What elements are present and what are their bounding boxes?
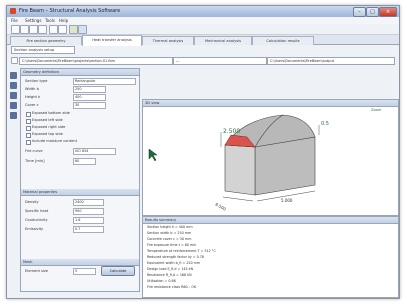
checkbox-label: Exposed top side [32, 132, 63, 136]
fire-curve-label: Fire curve [25, 149, 43, 153]
help-icon[interactable] [78, 25, 87, 34]
beam-model-svg: 2.500 0.5 8.500 5.000 [148, 114, 329, 212]
input-panel: Geometry definition Section type Rectang… [20, 68, 140, 292]
checkbox[interactable] [26, 126, 31, 131]
app-window: Fire Beam – Structural Analysis Software… [6, 5, 400, 299]
window-title: Fire Beam – Structural Analysis Software [19, 8, 121, 14]
prop-label: Specific heat [25, 209, 49, 213]
calc-icon[interactable] [69, 25, 78, 34]
result-line: Utilisation = 0.86 [147, 279, 176, 283]
path-row: C:\Users\Documents\FireBeam\projects\sec… [9, 56, 397, 65]
material-header: Material properties [21, 189, 139, 196]
field-label: Width b [25, 87, 39, 91]
prop-label: Density [25, 200, 39, 204]
width-input[interactable]: 250 [73, 86, 106, 93]
undo-icon[interactable] [49, 25, 58, 34]
checkbox[interactable] [26, 140, 31, 145]
tab-thermal[interactable]: Thermal analysis [142, 36, 194, 45]
result-line: Resistance R_fi,d = 168 kN [147, 273, 192, 277]
secondary-path-field[interactable]: — [173, 57, 267, 65]
tab-geometry[interactable]: Fire section geometry [10, 36, 82, 45]
fire-curve-select[interactable]: ISO 834 [73, 148, 116, 155]
material-icon[interactable] [10, 92, 17, 99]
menu-file[interactable]: File [11, 18, 18, 23]
menu-help[interactable]: Help [59, 18, 68, 23]
result-line: Design load E_fi,d = 145 kN [147, 267, 194, 271]
checkbox-label: Exposed left side [32, 118, 63, 122]
dim-top-label: 2.500 [223, 128, 240, 135]
tab-heat-transfer[interactable]: Heat transfer analysis [82, 35, 142, 46]
maximize-button[interactable]: □ [366, 7, 379, 17]
tab-mechanical[interactable]: Mechanical analysis [194, 36, 252, 45]
minimize-button[interactable]: – [353, 7, 366, 17]
menu-tools[interactable]: Tools [45, 18, 55, 23]
section-icon[interactable] [10, 72, 17, 79]
checkbox-label: Exposed right side [32, 125, 66, 129]
new-icon[interactable] [11, 25, 20, 34]
title-bar: Fire Beam – Structural Analysis Software… [7, 6, 399, 17]
tab-bar: Fire section geometry Heat transfer anal… [7, 35, 399, 46]
prop-label: Conductivity [25, 218, 48, 222]
geometry-header: Geometry definition [21, 69, 139, 76]
menu-settings[interactable]: Settings [25, 18, 41, 23]
height-input[interactable]: 400 [73, 94, 106, 101]
3d-view-panel[interactable]: 3D view Zoom 2.500 0.5 8.500 5.000 [142, 99, 399, 216]
beam-front-face [224, 144, 256, 196]
results-header: Results summary [143, 217, 398, 224]
chart-icon[interactable] [10, 112, 17, 119]
result-line: Reduced strength factor ky = 0.78 [147, 255, 204, 259]
result-line: Concrete cover c = 30 mm [147, 237, 192, 241]
close-button[interactable]: × [379, 7, 397, 17]
field-label: Height h [25, 95, 41, 99]
result-line: Temperature at reinforcement T = 512 °C [147, 249, 216, 253]
calculate-button[interactable]: Calculate [101, 266, 135, 276]
checkbox[interactable] [26, 119, 31, 124]
tab-results[interactable]: Calculation results [252, 36, 314, 45]
project-path-field[interactable]: C:\Users\Documents\FireBeam\projects\sec… [19, 57, 173, 65]
field-label: Section type [25, 79, 48, 83]
toolbar [7, 24, 399, 35]
cursor-icon [148, 148, 158, 162]
result-line: Section width b = 250 mm [147, 231, 192, 235]
result-line: Fire resistance class R60 – OK [147, 285, 197, 289]
checkbox-label: Exposed bottom side [32, 111, 70, 115]
result-line: Section height h = 400 mm [147, 225, 193, 229]
open-icon[interactable] [20, 25, 29, 34]
redo-icon[interactable] [58, 25, 67, 34]
result-line: Fire exposure time t = 60 min [147, 243, 197, 247]
time-label: Time [min] [25, 159, 45, 163]
checkbox-label: Include moisture content [32, 139, 77, 143]
save-icon[interactable] [29, 25, 38, 34]
menu-bar: File Settings Tools Help [7, 17, 399, 24]
prop-label: Emissivity [25, 227, 44, 231]
checkbox[interactable] [26, 133, 31, 138]
view-header: 3D view [143, 100, 398, 107]
section-type-select[interactable]: Rectangular [73, 78, 136, 85]
time-input[interactable]: 60 [73, 158, 96, 165]
mesh-icon[interactable] [10, 102, 17, 109]
cover-input[interactable]: 30 [73, 102, 106, 109]
results-panel: Results summary Section height h = 400 m… [142, 216, 399, 298]
dim-right-label: 0.5 [321, 121, 329, 127]
mesh-input[interactable]: 5 [73, 268, 96, 275]
output-path-field[interactable]: C:\Users\Documents\FireBeam\output [267, 57, 395, 65]
conductivity-input[interactable]: 1.6 [73, 217, 104, 224]
result-line: Equivalent width b_fi = 220 mm [147, 261, 201, 265]
specific-heat-input[interactable]: 900 [73, 208, 104, 215]
density-input[interactable]: 2400 [73, 199, 104, 206]
dim-bottom-right-label: 5.000 [281, 198, 293, 203]
sub-header: Section analysis setup [11, 46, 75, 54]
field-label: Cover c [25, 103, 39, 107]
checkbox[interactable] [26, 112, 31, 117]
dim-bottom-left-label: 8.500 [215, 202, 228, 212]
side-toolstrip [10, 72, 17, 272]
folder-icon[interactable] [11, 57, 18, 64]
mesh-header: Mesh [21, 259, 139, 266]
print-icon[interactable] [38, 25, 47, 34]
emissivity-input[interactable]: 0.7 [73, 226, 104, 233]
mesh-label: Element size [25, 269, 48, 273]
app-icon [10, 8, 16, 14]
layers-icon[interactable] [10, 82, 17, 89]
